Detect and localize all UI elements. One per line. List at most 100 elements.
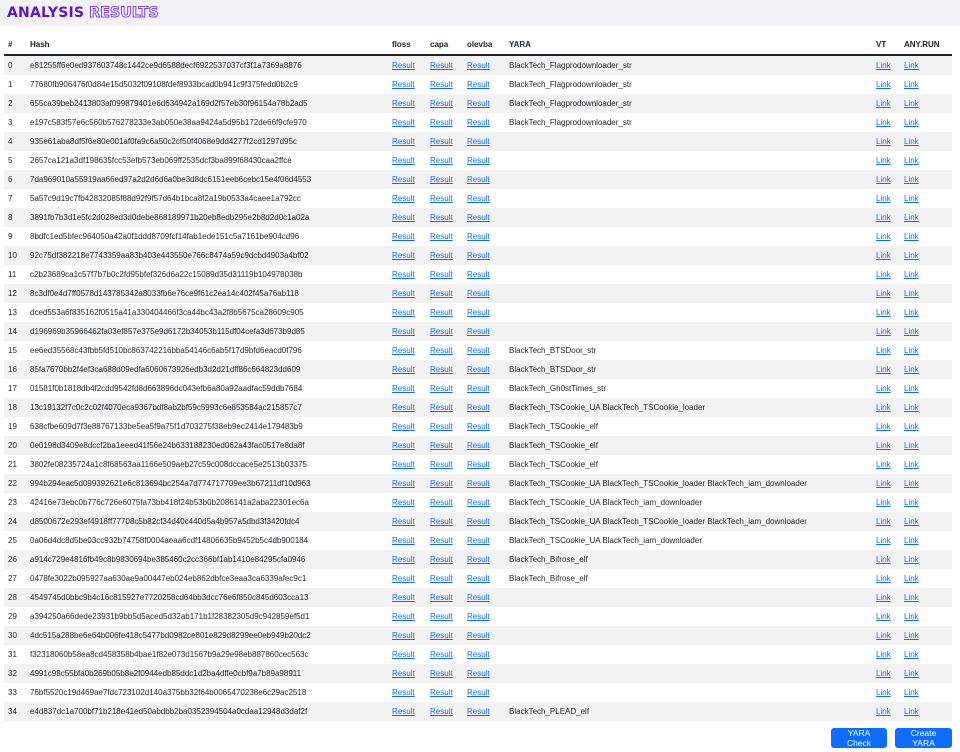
vt-link[interactable]: Link <box>876 707 891 716</box>
olevba-result-link[interactable]: Result <box>467 517 490 526</box>
olevba-result-link[interactable]: Result <box>467 669 490 678</box>
capa-result-link[interactable]: Result <box>430 137 453 146</box>
floss-result-link[interactable]: Result <box>392 137 415 146</box>
floss-result-link[interactable]: Result <box>392 536 415 545</box>
capa-result-link[interactable]: Result <box>430 251 453 260</box>
anyrun-link[interactable]: Link <box>904 99 919 108</box>
capa-result-link[interactable]: Result <box>430 270 453 279</box>
anyrun-link[interactable]: Link <box>904 251 919 260</box>
yara-check-button[interactable]: YARA Check <box>831 728 887 748</box>
floss-result-link[interactable]: Result <box>392 327 415 336</box>
capa-result-link[interactable]: Result <box>430 346 453 355</box>
anyrun-link[interactable]: Link <box>904 156 919 165</box>
olevba-result-link[interactable]: Result <box>467 707 490 716</box>
anyrun-link[interactable]: Link <box>904 517 919 526</box>
olevba-result-link[interactable]: Result <box>467 289 490 298</box>
floss-result-link[interactable]: Result <box>392 460 415 469</box>
capa-result-link[interactable]: Result <box>430 194 453 203</box>
vt-link[interactable]: Link <box>876 498 891 507</box>
capa-result-link[interactable]: Result <box>430 555 453 564</box>
olevba-result-link[interactable]: Result <box>467 593 490 602</box>
floss-result-link[interactable]: Result <box>392 612 415 621</box>
capa-result-link[interactable]: Result <box>430 327 453 336</box>
capa-result-link[interactable]: Result <box>430 612 453 621</box>
capa-result-link[interactable]: Result <box>430 460 453 469</box>
anyrun-link[interactable]: Link <box>904 479 919 488</box>
olevba-result-link[interactable]: Result <box>467 346 490 355</box>
anyrun-link[interactable]: Link <box>904 327 919 336</box>
anyrun-link[interactable]: Link <box>904 707 919 716</box>
anyrun-link[interactable]: Link <box>904 289 919 298</box>
floss-result-link[interactable]: Result <box>392 517 415 526</box>
floss-result-link[interactable]: Result <box>392 156 415 165</box>
capa-result-link[interactable]: Result <box>430 441 453 450</box>
anyrun-link[interactable]: Link <box>904 308 919 317</box>
vt-link[interactable]: Link <box>876 346 891 355</box>
olevba-result-link[interactable]: Result <box>467 460 490 469</box>
vt-link[interactable]: Link <box>876 441 891 450</box>
anyrun-link[interactable]: Link <box>904 536 919 545</box>
vt-link[interactable]: Link <box>876 137 891 146</box>
vt-link[interactable]: Link <box>876 593 891 602</box>
floss-result-link[interactable]: Result <box>392 688 415 697</box>
anyrun-link[interactable]: Link <box>904 80 919 89</box>
anyrun-link[interactable]: Link <box>904 422 919 431</box>
capa-result-link[interactable]: Result <box>430 232 453 241</box>
capa-result-link[interactable]: Result <box>430 517 453 526</box>
floss-result-link[interactable]: Result <box>392 80 415 89</box>
floss-result-link[interactable]: Result <box>392 270 415 279</box>
olevba-result-link[interactable]: Result <box>467 156 490 165</box>
olevba-result-link[interactable]: Result <box>467 118 490 127</box>
anyrun-link[interactable]: Link <box>904 631 919 640</box>
vt-link[interactable]: Link <box>876 213 891 222</box>
capa-result-link[interactable]: Result <box>430 498 453 507</box>
olevba-result-link[interactable]: Result <box>467 555 490 564</box>
anyrun-link[interactable]: Link <box>904 137 919 146</box>
capa-result-link[interactable]: Result <box>430 213 453 222</box>
capa-result-link[interactable]: Result <box>430 175 453 184</box>
anyrun-link[interactable]: Link <box>904 118 919 127</box>
anyrun-link[interactable]: Link <box>904 669 919 678</box>
anyrun-link[interactable]: Link <box>904 688 919 697</box>
floss-result-link[interactable]: Result <box>392 346 415 355</box>
capa-result-link[interactable]: Result <box>430 422 453 431</box>
olevba-result-link[interactable]: Result <box>467 631 490 640</box>
olevba-result-link[interactable]: Result <box>467 99 490 108</box>
vt-link[interactable]: Link <box>876 669 891 678</box>
floss-result-link[interactable]: Result <box>392 479 415 488</box>
capa-result-link[interactable]: Result <box>430 289 453 298</box>
anyrun-link[interactable]: Link <box>904 175 919 184</box>
vt-link[interactable]: Link <box>876 80 891 89</box>
olevba-result-link[interactable]: Result <box>467 422 490 431</box>
vt-link[interactable]: Link <box>876 308 891 317</box>
vt-link[interactable]: Link <box>876 289 891 298</box>
olevba-result-link[interactable]: Result <box>467 441 490 450</box>
vt-link[interactable]: Link <box>876 574 891 583</box>
vt-link[interactable]: Link <box>876 555 891 564</box>
vt-link[interactable]: Link <box>876 384 891 393</box>
olevba-result-link[interactable]: Result <box>467 80 490 89</box>
floss-result-link[interactable]: Result <box>392 232 415 241</box>
create-yara-button[interactable]: Create YARA <box>895 728 952 748</box>
olevba-result-link[interactable]: Result <box>467 688 490 697</box>
anyrun-link[interactable]: Link <box>904 384 919 393</box>
floss-result-link[interactable]: Result <box>392 555 415 564</box>
olevba-result-link[interactable]: Result <box>467 327 490 336</box>
olevba-result-link[interactable]: Result <box>467 251 490 260</box>
vt-link[interactable]: Link <box>876 118 891 127</box>
floss-result-link[interactable]: Result <box>392 308 415 317</box>
capa-result-link[interactable]: Result <box>430 479 453 488</box>
capa-result-link[interactable]: Result <box>430 365 453 374</box>
olevba-result-link[interactable]: Result <box>467 479 490 488</box>
vt-link[interactable]: Link <box>876 251 891 260</box>
anyrun-link[interactable]: Link <box>904 346 919 355</box>
capa-result-link[interactable]: Result <box>430 631 453 640</box>
anyrun-link[interactable]: Link <box>904 61 919 70</box>
floss-result-link[interactable]: Result <box>392 289 415 298</box>
floss-result-link[interactable]: Result <box>392 61 415 70</box>
anyrun-link[interactable]: Link <box>904 403 919 412</box>
capa-result-link[interactable]: Result <box>430 669 453 678</box>
floss-result-link[interactable]: Result <box>392 707 415 716</box>
olevba-result-link[interactable]: Result <box>467 365 490 374</box>
floss-result-link[interactable]: Result <box>392 650 415 659</box>
